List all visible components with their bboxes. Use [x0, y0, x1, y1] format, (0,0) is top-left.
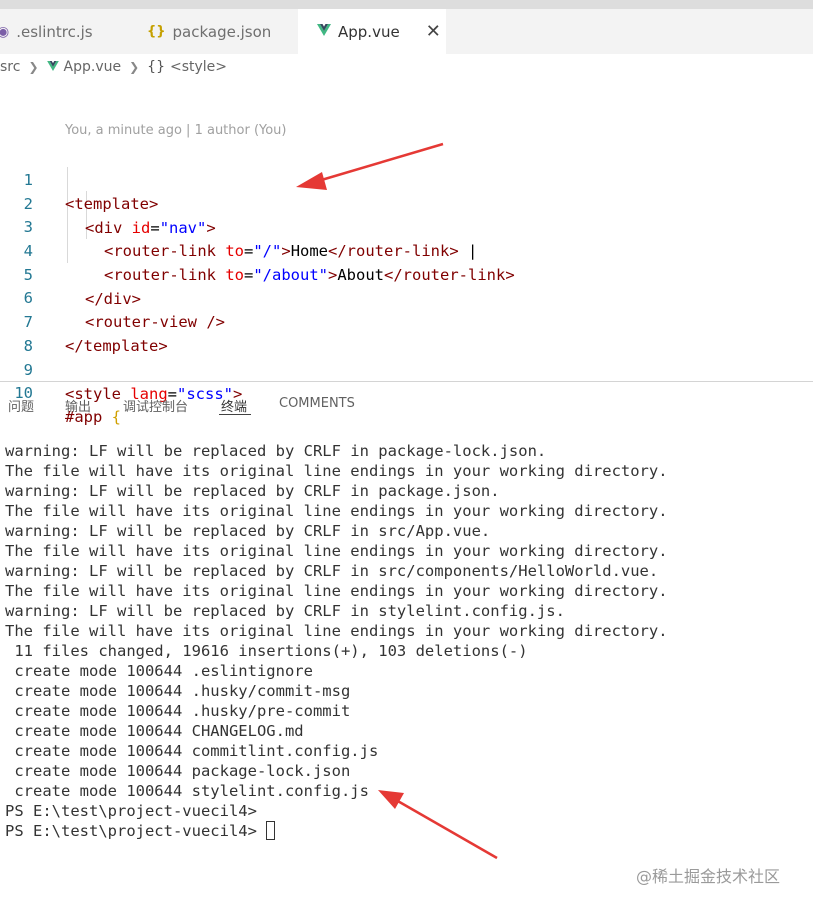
watermark: @稀土掘金技术社区 [636, 867, 781, 886]
annotation-arrows [296, 142, 498, 860]
red-arrow-to-code [296, 142, 444, 190]
red-arrow-to-terminal [378, 790, 498, 860]
